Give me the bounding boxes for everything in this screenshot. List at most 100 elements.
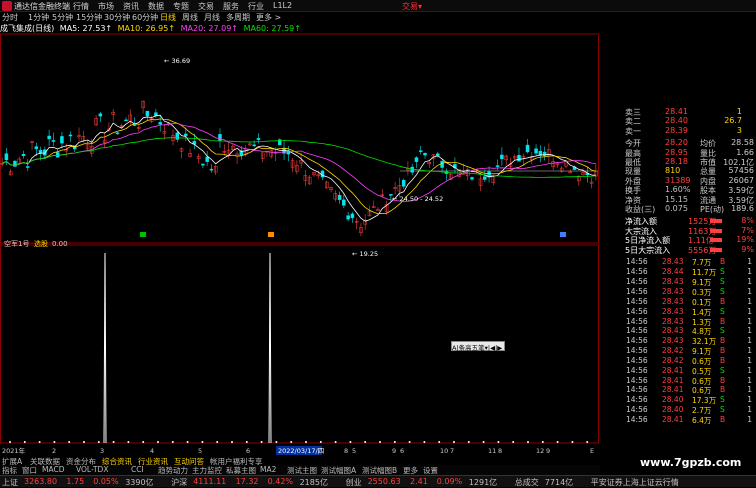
- date-axis-label: 2021年: [2, 446, 26, 455]
- candle-body: [350, 213, 355, 219]
- period-tab-10[interactable]: 更多 >: [256, 12, 281, 23]
- flow-pct: 8%: [741, 216, 754, 226]
- signal-dot: [171, 441, 174, 443]
- tick-count: 1: [747, 355, 752, 365]
- date-axis-label: 5: [352, 447, 356, 455]
- candle-body: [51, 140, 56, 142]
- low-price-label: ← 19.25: [352, 250, 378, 258]
- tick-price: 28.43: [662, 326, 684, 336]
- ma20-label: MA20: 27.09↑: [180, 24, 239, 33]
- candle-body: [145, 110, 150, 117]
- info-tab-row: 扩展A 关联数据 资金分布 综合资讯 行业资讯 互动问答 帐用户福利专享: [0, 456, 600, 466]
- signal-dot: [127, 441, 130, 443]
- status-item: 0.09%: [436, 477, 463, 486]
- tick-time: 14:56: [626, 336, 648, 346]
- flow-label: 5日大宗流入: [625, 245, 671, 255]
- period-tab-6[interactable]: 日线: [160, 12, 176, 23]
- period-tab-2[interactable]: 5分钟: [52, 12, 73, 23]
- tick-row: 14:56 28.43 1.3万 B 1: [600, 317, 756, 327]
- period-tab-4[interactable]: 30分钟: [104, 12, 130, 23]
- date-axis-label: 6: [246, 447, 250, 455]
- period-tab-3[interactable]: 15分钟: [76, 12, 102, 23]
- floating-toolbox[interactable]: A|条高五笔▾|◀|▶: [451, 341, 505, 352]
- indicator-name: 空军1号: [4, 239, 29, 248]
- tick-side: B: [720, 257, 726, 267]
- tick-time: 14:56: [626, 365, 648, 375]
- signal-dot: [201, 441, 204, 443]
- indicator-tab-2[interactable]: MACD: [42, 465, 64, 474]
- title-bar: 通达信金融终端 行情 市场 资讯 数据 专题 交易 服务 行业 L1L2 交易▾: [0, 0, 756, 12]
- indicator-tab-3[interactable]: VOL-TDX: [76, 465, 108, 474]
- signal-dot: [112, 441, 115, 443]
- quote-price: 1.60%: [665, 185, 691, 195]
- tick-price: 28.41: [662, 385, 684, 395]
- tick-row: 14:56 28.41 0.5万 S 1: [600, 365, 756, 376]
- date-axis-label: 5: [198, 447, 202, 455]
- tick-price: 28.43: [662, 286, 684, 296]
- menu-market[interactable]: 市场: [98, 1, 114, 12]
- flow-row: 大宗流入 1163万 7%: [600, 226, 756, 236]
- signal-dot: [260, 441, 263, 443]
- menu-news[interactable]: 资讯: [123, 1, 139, 12]
- candle-body: [346, 215, 350, 220]
- indicator-tab-8[interactable]: MA2: [260, 465, 276, 474]
- tick-row: 14:56 28.40 17.3万 S 1: [600, 395, 756, 405]
- menu-data[interactable]: 数据: [148, 1, 164, 12]
- app-title: 通达信金融终端: [14, 2, 70, 11]
- indicator-tab-4[interactable]: CCI: [131, 465, 144, 474]
- tick-side: S: [720, 277, 725, 287]
- status-item: 2185亿: [299, 478, 328, 487]
- date-axis-label: 10: [440, 447, 448, 455]
- menu-service[interactable]: 服务: [223, 1, 239, 12]
- kline-chart[interactable]: 28.0026.0024.0022.0020.00← 36.69← 19.25←…: [0, 23, 600, 456]
- menu-industry[interactable]: 行业: [248, 1, 264, 12]
- menu-trade[interactable]: 交易: [198, 1, 214, 12]
- period-tab-8[interactable]: 月线: [204, 12, 220, 23]
- period-tab-5[interactable]: 60分钟: [132, 12, 158, 23]
- flow-row: 5日净流入额 1.11亿 19%: [600, 235, 756, 245]
- stock-name: 成飞集成(日线): [0, 24, 55, 33]
- menu-l1l2[interactable]: L1L2: [273, 1, 292, 10]
- signal-dot: [157, 441, 159, 443]
- tick-count: 1: [747, 277, 752, 287]
- watermark: www.7gpzb.com: [640, 456, 742, 469]
- quote-row: 收益(三) 0.075 PE(动) 189.6: [600, 204, 756, 214]
- quote-price: 810: [665, 166, 681, 176]
- period-tab-7[interactable]: 周线: [182, 12, 198, 23]
- tick-volume: 6.4万: [692, 416, 712, 425]
- tick-side: B: [720, 296, 726, 306]
- indicator-pick-label: 选股: [34, 239, 48, 248]
- tick-row: 14:56 28.41 6.4万 B 1: [600, 415, 756, 425]
- flow-bar: [710, 219, 722, 224]
- quote-price: 28.40: [665, 116, 688, 126]
- signal-dot: [97, 441, 100, 443]
- candle-body: [132, 124, 137, 126]
- date-axis-label: 8: [344, 447, 348, 455]
- flow-bar: [710, 247, 722, 252]
- menu-topics[interactable]: 专题: [173, 1, 189, 12]
- status-item: 1.75: [66, 477, 85, 486]
- tick-count: 1: [747, 257, 752, 267]
- tick-price: 28.40: [662, 395, 684, 405]
- tick-time: 14:56: [626, 296, 648, 306]
- signal-dot: [408, 441, 411, 443]
- candle-body: [175, 132, 180, 140]
- period-tab-0[interactable]: 分时: [2, 12, 18, 23]
- tick-count: 1: [747, 267, 752, 277]
- signal-dot: [482, 441, 485, 443]
- signal-dot: [53, 441, 56, 443]
- date-axis-label: 3: [100, 447, 104, 455]
- period-tab-9[interactable]: 多周期: [226, 12, 250, 23]
- period-tab-1[interactable]: 1分钟: [28, 12, 49, 23]
- menu-quotes[interactable]: 行情: [73, 1, 89, 12]
- status-item: 0.42%: [267, 477, 294, 486]
- candle-body: [517, 154, 521, 162]
- trade-menu-button[interactable]: 交易▾: [402, 1, 422, 12]
- signal-dot: [38, 441, 41, 443]
- candle-body: [401, 180, 406, 187]
- signal-dot: [364, 441, 367, 443]
- tick-time: 14:56: [626, 257, 648, 267]
- date-axis-label: 9: [392, 447, 396, 455]
- quote-price: 28.95: [665, 147, 688, 157]
- candle-body: [34, 146, 39, 150]
